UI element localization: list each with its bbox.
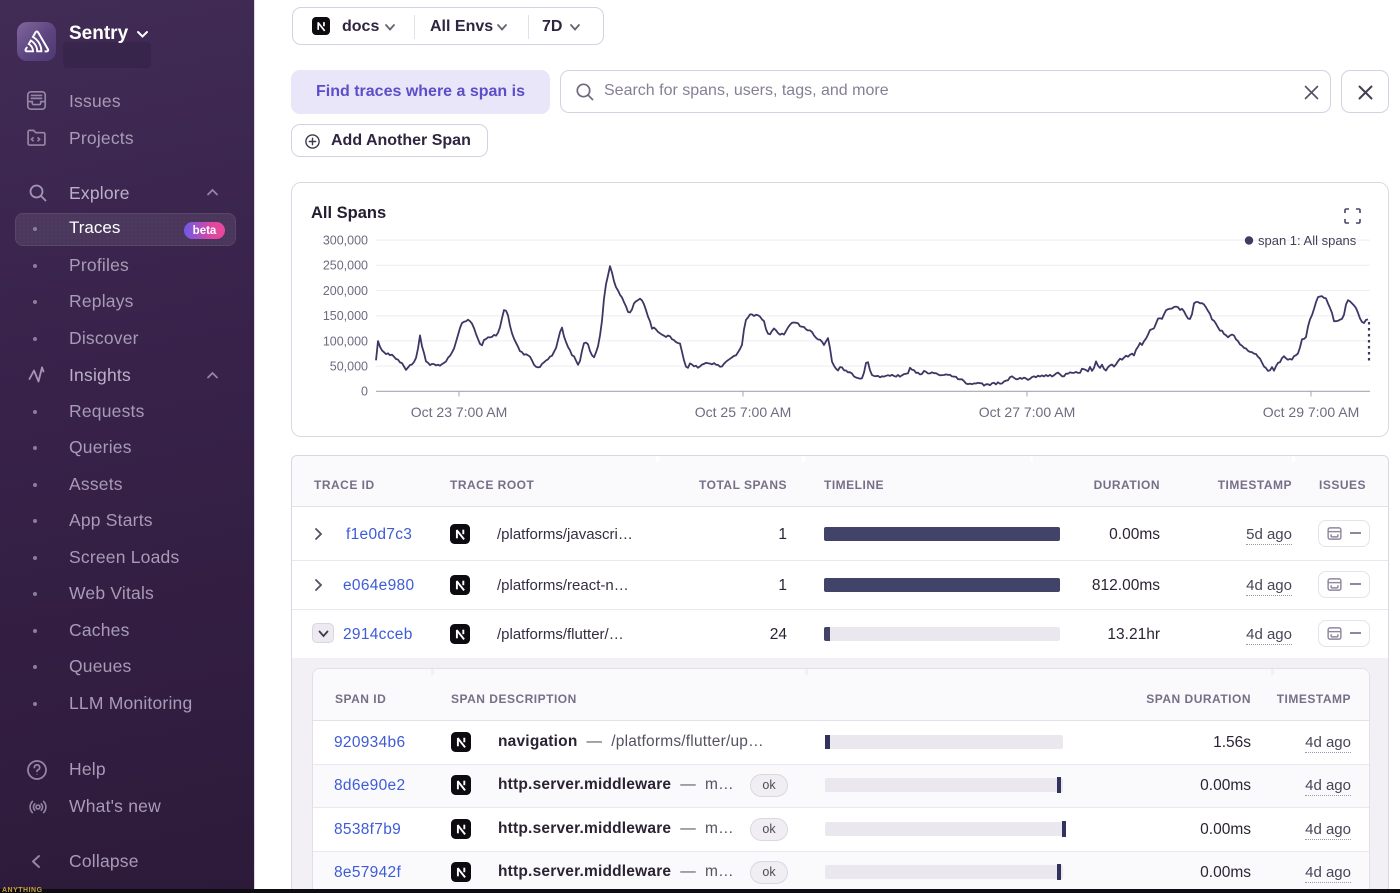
svg-text:0: 0 — [361, 385, 368, 399]
svg-text:Oct 25 7:00 AM: Oct 25 7:00 AM — [695, 404, 792, 420]
svg-text:300,000: 300,000 — [323, 234, 368, 248]
svg-text:100,000: 100,000 — [323, 334, 368, 348]
svg-text:200,000: 200,000 — [323, 284, 368, 298]
svg-text:span 1: All spans: span 1: All spans — [1258, 233, 1357, 248]
svg-text:150,000: 150,000 — [323, 309, 368, 323]
svg-text:Oct 23 7:00 AM: Oct 23 7:00 AM — [411, 404, 508, 420]
svg-text:Oct 27 7:00 AM: Oct 27 7:00 AM — [979, 404, 1076, 420]
svg-text:50,000: 50,000 — [330, 360, 368, 374]
svg-text:250,000: 250,000 — [323, 259, 368, 273]
svg-text:Oct 29 7:00 AM: Oct 29 7:00 AM — [1263, 404, 1360, 420]
